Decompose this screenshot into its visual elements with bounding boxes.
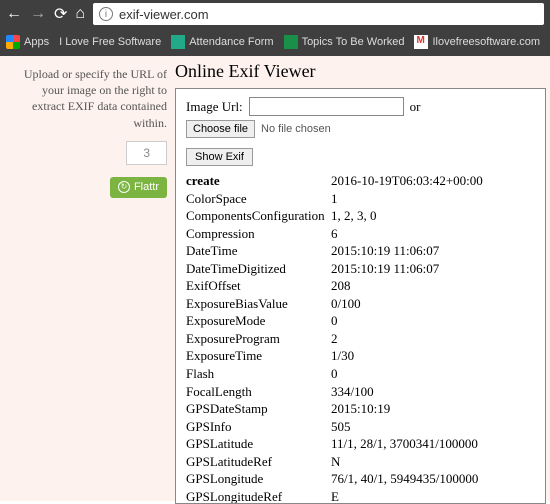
exif-row: ExposureTime1/30 [186, 347, 535, 365]
exif-key: Flash [186, 365, 331, 383]
exif-key: GPSLongitudeRef [186, 488, 331, 504]
exif-value: 2015:10:19 [331, 400, 535, 418]
exif-value: 334/100 [331, 383, 535, 401]
forward-icon[interactable]: → [30, 5, 46, 23]
exif-key: DateTimeDigitized [186, 260, 331, 278]
exif-row: GPSLatitude11/1, 28/1, 3700341/100000 [186, 435, 535, 453]
gmail-icon [414, 35, 428, 49]
exif-row: ExposureMode0 [186, 312, 535, 330]
url-bar[interactable]: i exif-viewer.com [93, 3, 544, 25]
exif-key: GPSLatitudeRef [186, 453, 331, 471]
exif-value: 2015:10:19 11:06:07 [331, 242, 535, 260]
exif-row: ComponentsConfiguration1, 2, 3, 0 [186, 207, 535, 225]
exif-row: GPSInfo505 [186, 418, 535, 436]
exif-row: GPSLongitudeRefE [186, 488, 535, 504]
exif-value: 1/30 [331, 347, 535, 365]
exif-row: Flash0 [186, 365, 535, 383]
exif-value: 1, 2, 3, 0 [331, 207, 535, 225]
exif-value: 2015:10:19 11:06:07 [331, 260, 535, 278]
exif-row: GPSDateStamp2015:10:19 [186, 400, 535, 418]
exif-value: 1 [331, 190, 535, 208]
exif-key: ColorSpace [186, 190, 331, 208]
flattr-button[interactable]: ↻ Flattr [110, 177, 167, 198]
bookmark-attendance[interactable]: Attendance Form [171, 35, 273, 49]
exif-value: E [331, 488, 535, 504]
exif-table: create2016-10-19T06:03:42+00:00ColorSpac… [186, 172, 535, 504]
exif-key: ExposureBiasValue [186, 295, 331, 313]
page-title: Online Exif Viewer [175, 56, 546, 88]
exif-key: ExposureMode [186, 312, 331, 330]
exif-panel: Image Url: or Choose file No file chosen… [175, 88, 546, 504]
exif-row: FocalLength334/100 [186, 383, 535, 401]
exif-key: DateTime [186, 242, 331, 260]
exif-value: 11/1, 28/1, 3700341/100000 [331, 435, 535, 453]
exif-key: GPSDateStamp [186, 400, 331, 418]
exif-key: ExposureTime [186, 347, 331, 365]
exif-key: GPSInfo [186, 418, 331, 436]
bookmark-topics[interactable]: Topics To Be Worked [284, 35, 405, 49]
url-text: exif-viewer.com [119, 7, 209, 22]
sidebar: Upload or specify the URL of your image … [0, 56, 175, 501]
exif-value: 76/1, 40/1, 5949435/100000 [331, 470, 535, 488]
exif-row: DateTime2015:10:19 11:06:07 [186, 242, 535, 260]
doc-icon [171, 35, 185, 49]
exif-row: GPSLatitudeRefN [186, 453, 535, 471]
exif-key: FocalLength [186, 383, 331, 401]
exif-value: 0 [331, 312, 535, 330]
file-status: No file chosen [261, 123, 331, 135]
exif-row: ColorSpace1 [186, 190, 535, 208]
counter-badge: 3 [126, 141, 167, 165]
exif-value: 2 [331, 330, 535, 348]
exif-row: ExposureBiasValue0/100 [186, 295, 535, 313]
bookmarks-bar: Apps I Love Free Software Attendance For… [0, 28, 550, 56]
bookmark-gmail[interactable]: Ilovefreesoftware.com [414, 35, 540, 49]
exif-key: Compression [186, 225, 331, 243]
exif-row: create2016-10-19T06:03:42+00:00 [186, 172, 535, 190]
exif-key: GPSLongitude [186, 470, 331, 488]
main-panel: Online Exif Viewer Image Url: or Choose … [175, 56, 550, 501]
sidebar-instructions: Upload or specify the URL of your image … [8, 66, 167, 131]
bookmark-ilovefreesoftware[interactable]: I Love Free Software [59, 36, 161, 48]
exif-value: 505 [331, 418, 535, 436]
exif-value: 0 [331, 365, 535, 383]
exif-key: GPSLatitude [186, 435, 331, 453]
exif-key: ExifOffset [186, 277, 331, 295]
show-exif-button[interactable]: Show Exif [186, 148, 253, 166]
exif-row: ExifOffset208 [186, 277, 535, 295]
exif-row: GPSLongitude76/1, 40/1, 5949435/100000 [186, 470, 535, 488]
exif-row: ExposureProgram2 [186, 330, 535, 348]
exif-value: 6 [331, 225, 535, 243]
back-icon[interactable]: ← [6, 5, 22, 23]
or-label: or [410, 99, 421, 115]
exif-key: ComponentsConfiguration [186, 207, 331, 225]
exif-value: 2016-10-19T06:03:42+00:00 [331, 172, 535, 190]
apps-button[interactable]: Apps [6, 35, 49, 49]
reload-icon[interactable]: ⟳ [54, 4, 67, 24]
page-content: Upload or specify the URL of your image … [0, 56, 550, 501]
image-url-input[interactable] [249, 97, 404, 116]
exif-value: 208 [331, 277, 535, 295]
browser-toolbar: ← → ⟳ ⌂ i exif-viewer.com [0, 0, 550, 28]
exif-key: ExposureProgram [186, 330, 331, 348]
apps-icon [6, 35, 20, 49]
flattr-icon: ↻ [118, 181, 130, 193]
exif-row: Compression6 [186, 225, 535, 243]
exif-value: N [331, 453, 535, 471]
choose-file-button[interactable]: Choose file [186, 120, 255, 138]
url-label: Image Url: [186, 99, 243, 115]
exif-value: 0/100 [331, 295, 535, 313]
home-icon[interactable]: ⌂ [75, 5, 85, 23]
sheet-icon [284, 35, 298, 49]
exif-key: create [186, 172, 331, 190]
site-info-icon[interactable]: i [99, 7, 113, 21]
exif-row: DateTimeDigitized2015:10:19 11:06:07 [186, 260, 535, 278]
